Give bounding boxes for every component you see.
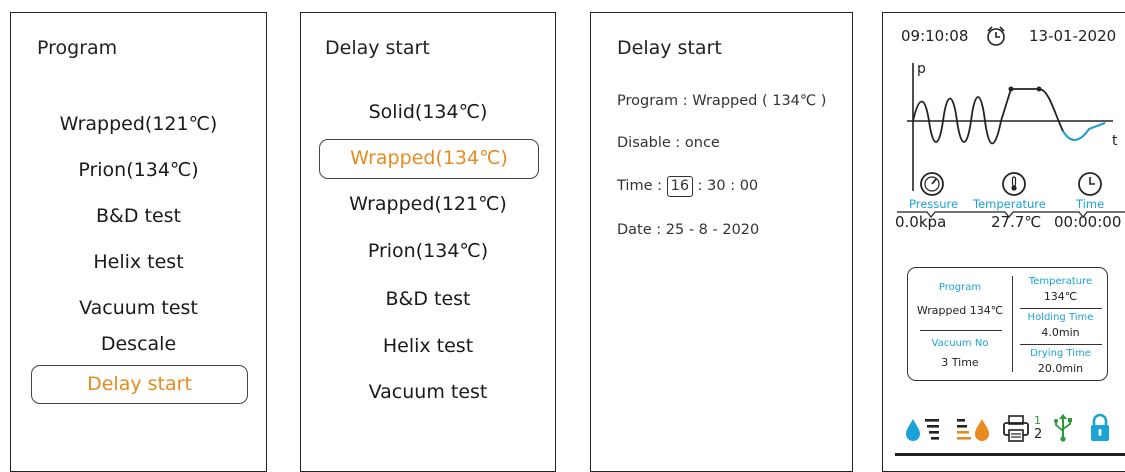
graph-x-label: t xyxy=(1112,133,1118,149)
clock-icon xyxy=(1078,172,1102,196)
printer-number-1: 1 xyxy=(1034,414,1041,427)
printer-number-2: 2 xyxy=(1034,427,1043,442)
menu-item-prion-134[interactable]: Prion(134℃) xyxy=(11,159,266,181)
delay-item-helix-test[interactable]: Helix test xyxy=(301,335,555,357)
time-line: Time : 16 : 30 : 00 xyxy=(617,176,758,197)
temperature-value: 27.7℃ xyxy=(991,213,1042,231)
program-value: Wrapped 134℃ xyxy=(916,304,1004,317)
info-divider-right-2 xyxy=(1020,344,1102,346)
delay-item-wrapped-134-label: Wrapped(134℃) xyxy=(350,147,508,169)
menu-item-wrapped-121[interactable]: Wrapped(121℃) xyxy=(11,113,266,135)
info-divider-right-1 xyxy=(1020,308,1102,310)
delay-item-wrapped-121[interactable]: Wrapped(121℃) xyxy=(301,193,555,215)
time-value: 00:00:00 xyxy=(1054,213,1122,231)
info-divider-left xyxy=(920,330,1002,332)
pressure-curve-line xyxy=(912,88,1106,145)
current-date: 13-01-2020 xyxy=(1029,27,1117,45)
delay-item-solid-134[interactable]: Solid(134℃) xyxy=(301,101,555,123)
menu-item-bd-test[interactable]: B&D test xyxy=(11,205,266,227)
disable-line: Disable : once xyxy=(617,135,720,151)
vacuum-label: Vacuum No xyxy=(931,338,989,349)
time-hour-field[interactable]: 16 xyxy=(666,176,694,197)
holding-time-value: 4.0min xyxy=(1041,326,1080,339)
delay-item-bd-test[interactable]: B&D test xyxy=(301,288,555,310)
graph-y-label: p xyxy=(917,61,926,77)
lock-icon[interactable] xyxy=(1089,413,1111,443)
menu-item-descale[interactable]: Descale xyxy=(11,333,266,355)
waste-water-level-icon[interactable] xyxy=(955,413,991,443)
holding-time-label: Holding Time xyxy=(1027,312,1094,323)
program-title: Program xyxy=(37,37,118,59)
drying-time-value: 20.0min xyxy=(1037,362,1084,375)
delay-item-prion-134[interactable]: Prion(134℃) xyxy=(301,240,555,262)
menu-item-vacuum-test[interactable]: Vacuum test xyxy=(11,297,266,319)
clean-water-level-icon[interactable] xyxy=(905,413,941,443)
time-label: Time : xyxy=(617,178,662,194)
bottom-bar xyxy=(895,453,1125,456)
drying-time-label: Drying Time xyxy=(1030,348,1091,359)
temperature-set-label: Temperature xyxy=(1028,276,1093,287)
menu-item-delay-start[interactable]: Delay start xyxy=(31,365,248,404)
usb-icon[interactable] xyxy=(1051,413,1075,443)
pressure-gauge-icon xyxy=(920,172,944,196)
curve-point xyxy=(1036,86,1042,92)
program-label: Program xyxy=(938,282,982,293)
alarm-clock-icon[interactable] xyxy=(985,25,1007,47)
curve-exhaust-segment xyxy=(1062,122,1106,141)
clock-time: 09:10:08 xyxy=(901,27,969,45)
menu-item-helix-test[interactable]: Helix test xyxy=(11,251,266,273)
delay-settings-title: Delay start xyxy=(617,37,722,59)
thermometer-icon xyxy=(1002,172,1026,196)
time-minutes-seconds[interactable]: : 30 : 00 xyxy=(698,178,759,194)
date-line[interactable]: Date : 25 - 8 - 2020 xyxy=(617,222,759,238)
delay-item-wrapped-134[interactable]: Wrapped(134℃) xyxy=(319,139,539,179)
delay-start-settings-panel: Delay start Program : Wrapped ( 134℃ ) D… xyxy=(590,12,853,472)
curve-point xyxy=(1008,86,1014,92)
pressure-value: 0.0kpa xyxy=(895,213,947,231)
cycle-info-box: Program Wrapped 134℃ Vacuum No 3 Time Te… xyxy=(907,267,1108,381)
delay-start-title: Delay start xyxy=(325,37,430,59)
menu-item-delay-start-label: Delay start xyxy=(87,373,192,395)
delay-item-vacuum-test[interactable]: Vacuum test xyxy=(301,381,555,403)
temperature-set-value: 134℃ xyxy=(1043,290,1078,303)
status-panel: 09:10:08 13-01-2020 p t Pressure Tempera… xyxy=(882,12,1125,472)
delay-start-list-panel: Delay start Solid(134℃) Wrapped(134℃) Wr… xyxy=(300,12,556,472)
vacuum-value: 3 Time xyxy=(941,356,979,369)
program-line: Program : Wrapped ( 134℃ ) xyxy=(617,93,827,109)
printer-icon[interactable] xyxy=(1001,413,1033,443)
program-menu-panel: Program Wrapped(121℃) Prion(134℃) B&D te… xyxy=(10,12,267,472)
